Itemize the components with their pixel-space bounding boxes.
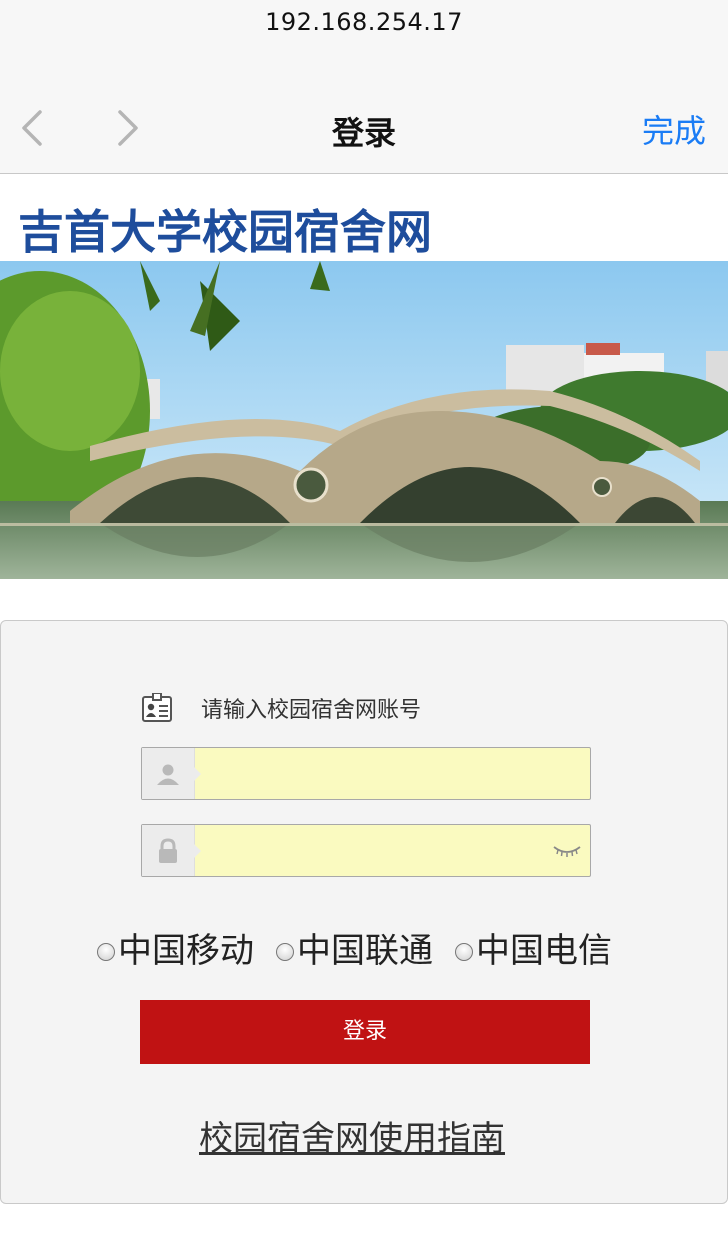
carrier-option-china-telecom[interactable]: 中国电信 <box>455 923 612 972</box>
browser-chrome: 192.168.254.17 登录 完成 <box>0 0 728 174</box>
field-notch <box>194 767 201 781</box>
carrier-label: 中国移动 <box>118 931 254 971</box>
radio-button[interactable] <box>97 942 115 961</box>
lock-icon <box>142 825 195 876</box>
carrier-label: 中国联通 <box>297 931 433 971</box>
id-card-icon <box>141 693 173 723</box>
username-field[interactable] <box>141 747 591 800</box>
campus-banner-image <box>0 261 728 579</box>
url-bar[interactable]: 192.168.254.17 <box>0 8 728 36</box>
usage-guide-link[interactable]: 校园宿舍网使用指南 <box>1 1111 703 1160</box>
password-field[interactable] <box>141 824 591 877</box>
carrier-option-china-mobile[interactable]: 中国移动 <box>97 923 254 972</box>
carrier-radio-group: 中国移动 中国联通 中国电信 <box>97 923 634 972</box>
login-button[interactable]: 登录 <box>140 1000 590 1064</box>
username-input[interactable] <box>202 748 572 799</box>
site-title: 吉首大学校园宿舍网 <box>18 205 432 259</box>
radio-button[interactable] <box>276 942 294 961</box>
login-panel: 请输入校园宿舍网账号 中国移动 中国联通 中国电信 登录 校园宿舍网使用指南 <box>0 620 728 1204</box>
carrier-label: 中国电信 <box>476 931 612 971</box>
chevron-right-icon[interactable] <box>108 106 144 150</box>
account-prompt-text: 请输入校园宿舍网账号 <box>201 698 422 723</box>
eye-closed-icon[interactable] <box>552 843 582 859</box>
radio-button[interactable] <box>455 942 473 961</box>
page-title: 登录 <box>331 114 396 152</box>
password-input[interactable] <box>202 825 572 876</box>
field-notch <box>194 844 201 858</box>
done-button[interactable]: 完成 <box>642 106 706 152</box>
user-icon <box>142 748 195 799</box>
carrier-option-china-unicom[interactable]: 中国联通 <box>276 923 433 972</box>
account-prompt: 请输入校园宿舍网账号 <box>141 693 421 723</box>
chevron-left-icon[interactable] <box>16 106 52 150</box>
